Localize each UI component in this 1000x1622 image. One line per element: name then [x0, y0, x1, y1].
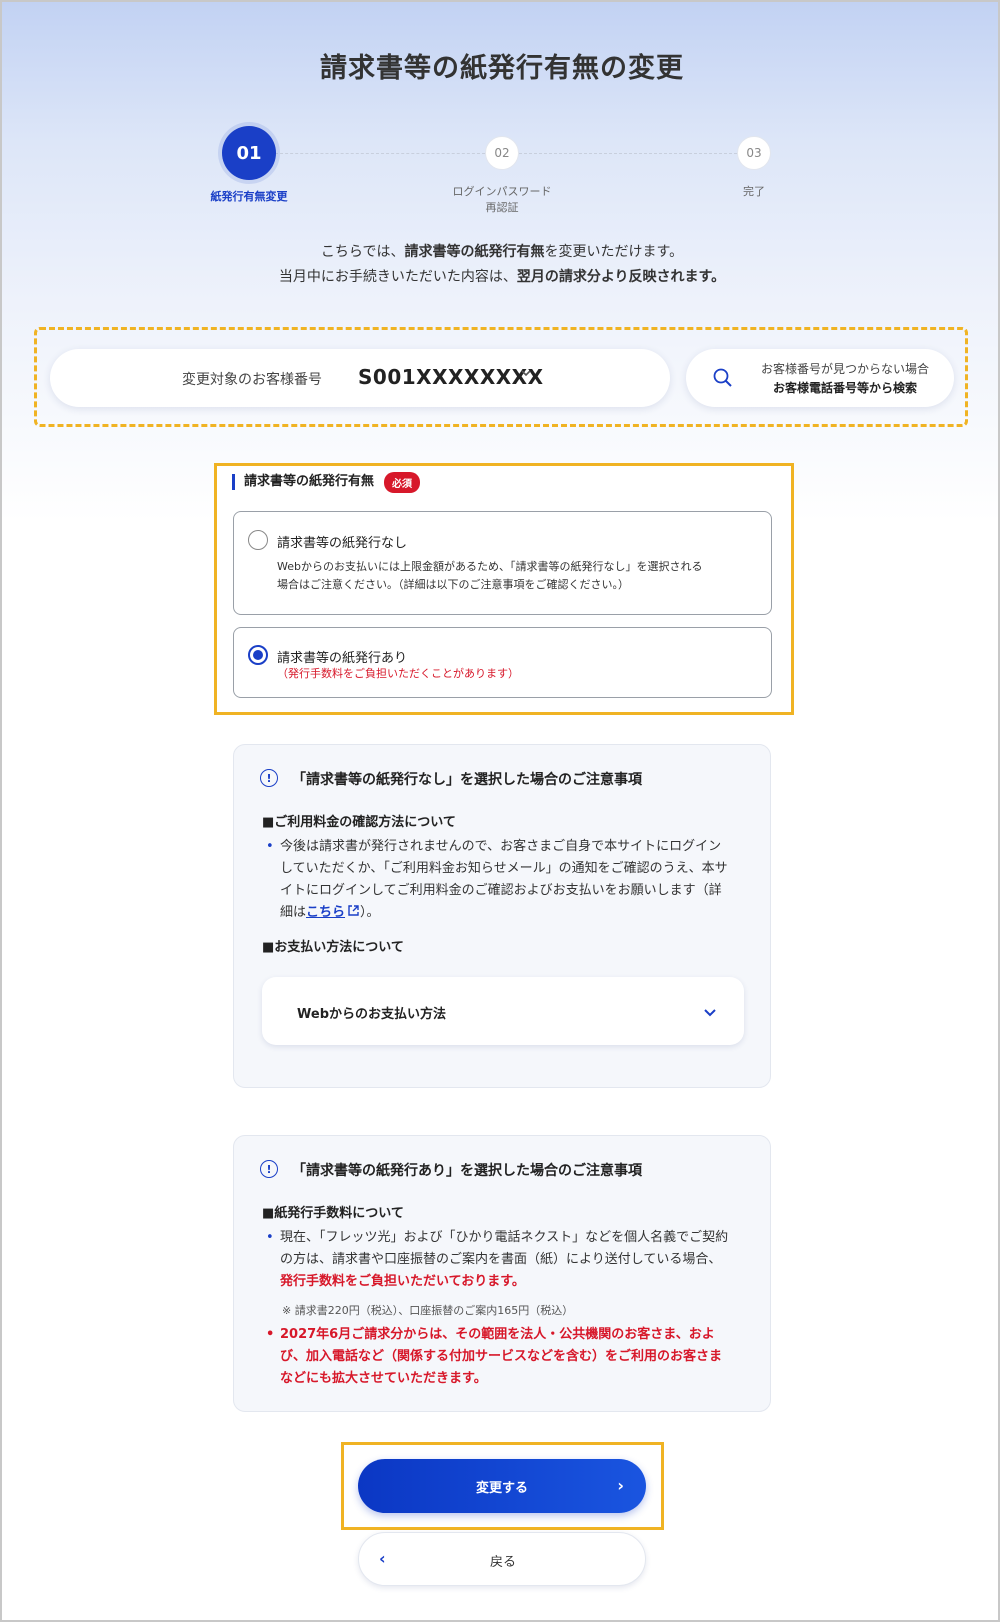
search-action-label: お客様電話番号等から検索	[772, 381, 917, 395]
step-1-label: 紙発行有無変更	[210, 190, 288, 203]
search-hint: お客様番号が見つからない場合	[760, 362, 929, 376]
paper-fee-heading: ■紙発行手数料について	[262, 1206, 404, 1221]
step-2-label-line1: ログインパスワード	[452, 185, 552, 198]
intro-text: 当月中にお手続きいただいた内容は、	[278, 269, 517, 285]
accordion-label: Webからのお支払い方法	[297, 1007, 446, 1022]
paper-option-section-label: 請求書等の紙発行有無	[232, 474, 374, 490]
required-badge: 必須	[384, 472, 420, 493]
option-desc-line: 場合はご注意ください。（詳細は以下のご注意事項をご確認ください。）	[277, 578, 629, 591]
step-2-circle: 02	[485, 136, 519, 170]
step-1-circle: 01	[222, 126, 276, 180]
option-with-paper-title: 請求書等の紙発行あり	[277, 651, 408, 666]
chevron-down-icon	[520, 367, 532, 383]
intro-emphasis: 翌月の請求分より反映されます。	[516, 269, 726, 285]
info-icon: !	[260, 1160, 278, 1178]
intro-text: を変更いただけます。	[544, 244, 684, 260]
step-3-label: 完了	[743, 185, 765, 198]
option-no-paper-title: 請求書等の紙発行なし	[277, 536, 408, 551]
bullet-text: 現在、「フレッツ光」および「ひかり電話ネクスト」などを個人名義でご契約の方は、請…	[280, 1230, 729, 1267]
customer-number-select[interactable]: 変更対象のお客様番号 S001XXXXXXXX	[50, 349, 670, 407]
radio-with-paper[interactable]	[248, 645, 268, 665]
submit-label: 変更する	[475, 1481, 528, 1496]
chevron-right-icon: ›	[617, 1476, 624, 1495]
paper-fee-bullet: 現在、「フレッツ光」および「ひかり電話ネクスト」などを個人名義でご契約の方は、請…	[264, 1227, 734, 1293]
intro-line-2: 当月中にお手続きいただいた内容は、翌月の請求分より反映されます。	[2, 265, 1000, 290]
customer-number-label: 変更対象のお客様番号	[182, 372, 322, 388]
search-icon	[712, 367, 734, 389]
billing-check-bullet: 今後は請求書が発行されませんので、お客さまご自身で本サイトにログインしていただく…	[264, 836, 734, 924]
fee-emphasis: 発行手数料をご負担いただいております。	[280, 1274, 525, 1289]
info-icon: !	[260, 769, 278, 787]
notice-paper-title: 「請求書等の紙発行あり」を選択した場合のご注意事項	[292, 1163, 642, 1179]
intro-text: こちらでは、	[320, 244, 405, 260]
external-link-icon	[345, 905, 360, 920]
chevron-down-icon	[702, 1004, 718, 1020]
option-no-paper[interactable]: 請求書等の紙発行なし Webからのお支払いには上限金額があるため、「請求書等の紙…	[233, 511, 772, 615]
fee-amount-note: ※ 請求書220円（税込）、口座振替のご案内165円（税込）	[282, 1304, 574, 1317]
notice-no-paper-card: ! 「請求書等の紙発行なし」を選択した場合のご注意事項 ■ご利用料金の確認方法に…	[233, 744, 771, 1088]
step-connector	[275, 153, 485, 154]
option-with-paper[interactable]: 請求書等の紙発行あり （発行手数料をご負担いただくことがあります）	[233, 627, 772, 698]
notice-no-paper-title: 「請求書等の紙発行なし」を選択した場合のご注意事項	[292, 772, 642, 788]
bullet-text: ）。	[360, 905, 380, 920]
notice-paper-card: ! 「請求書等の紙発行あり」を選択した場合のご注意事項 ■紙発行手数料について …	[233, 1135, 771, 1412]
billing-check-heading: ■ご利用料金の確認方法について	[262, 815, 456, 830]
option-fee-note: （発行手数料をご負担いただくことがあります）	[277, 667, 519, 680]
radio-no-paper[interactable]	[248, 530, 268, 550]
step-2-label-line2: 再認証	[485, 201, 519, 214]
step-2-label: ログインパスワード 再認証	[442, 184, 562, 216]
payment-method-heading: ■お支払い方法について	[262, 940, 404, 955]
option-no-paper-desc: Webからのお支払いには上限金額があるため、「請求書等の紙発行なし」を選択される…	[277, 558, 747, 594]
step-connector	[519, 153, 737, 154]
option-desc-line: Webからのお支払いには上限金額があるため、「請求書等の紙発行なし」を選択される	[277, 560, 703, 573]
page-frame: 請求書等の紙発行有無の変更 01 紙発行有無変更 02 ログインパスワード 再認…	[0, 0, 1000, 1622]
intro-emphasis: 請求書等の紙発行有無	[404, 244, 545, 260]
back-label: 戻る	[489, 1555, 516, 1570]
customer-number-value: S001XXXXXXXX	[358, 365, 544, 389]
submit-button[interactable]: 変更する ›	[358, 1459, 646, 1513]
scope-expansion-bullet: 2027年6月ご請求分からは、その範囲を法人・公共機関のお客さま、および、加入電…	[264, 1324, 734, 1390]
search-by-phone-button[interactable]: お客様番号が見つからない場合 お客様電話番号等から検索	[686, 349, 954, 407]
page-title: 請求書等の紙発行有無の変更	[320, 53, 684, 84]
back-button[interactable]: ‹ 戻る	[358, 1532, 646, 1586]
intro-line-1: こちらでは、請求書等の紙発行有無を変更いただけます。	[2, 240, 1000, 265]
details-link[interactable]: こちら	[306, 905, 345, 920]
step-3-circle: 03	[737, 136, 771, 170]
web-payment-accordion[interactable]: Webからのお支払い方法	[262, 977, 744, 1045]
